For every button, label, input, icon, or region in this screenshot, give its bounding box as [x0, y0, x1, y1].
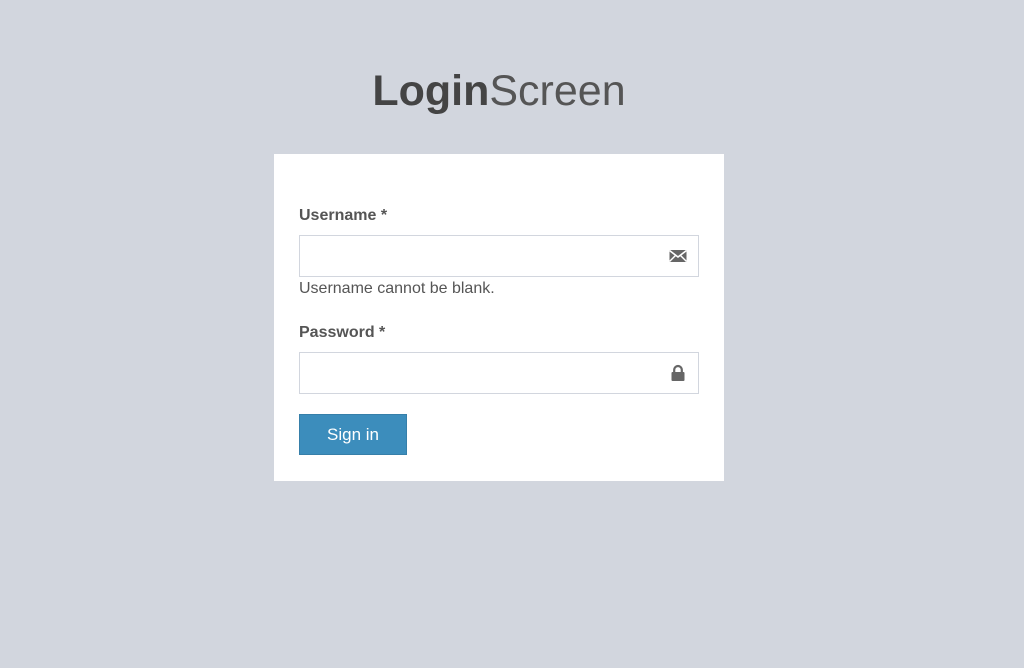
- lock-icon: [668, 363, 688, 383]
- envelope-icon: [668, 246, 688, 266]
- password-field: [299, 352, 699, 394]
- sign-in-button[interactable]: Sign in: [299, 414, 407, 455]
- username-label: Username *: [299, 207, 388, 224]
- username-input[interactable]: [300, 236, 660, 276]
- password-label: Password *: [299, 324, 386, 341]
- page-title: LoginScreen: [0, 64, 998, 118]
- logo-bold-text: Login: [372, 67, 490, 115]
- logo-light-text: Screen: [489, 67, 626, 115]
- username-error-message: Username cannot be blank.: [299, 280, 495, 297]
- login-box: Username * Username cannot be blank. Pas…: [274, 154, 724, 481]
- password-input[interactable]: [300, 353, 660, 393]
- username-field: [299, 235, 699, 277]
